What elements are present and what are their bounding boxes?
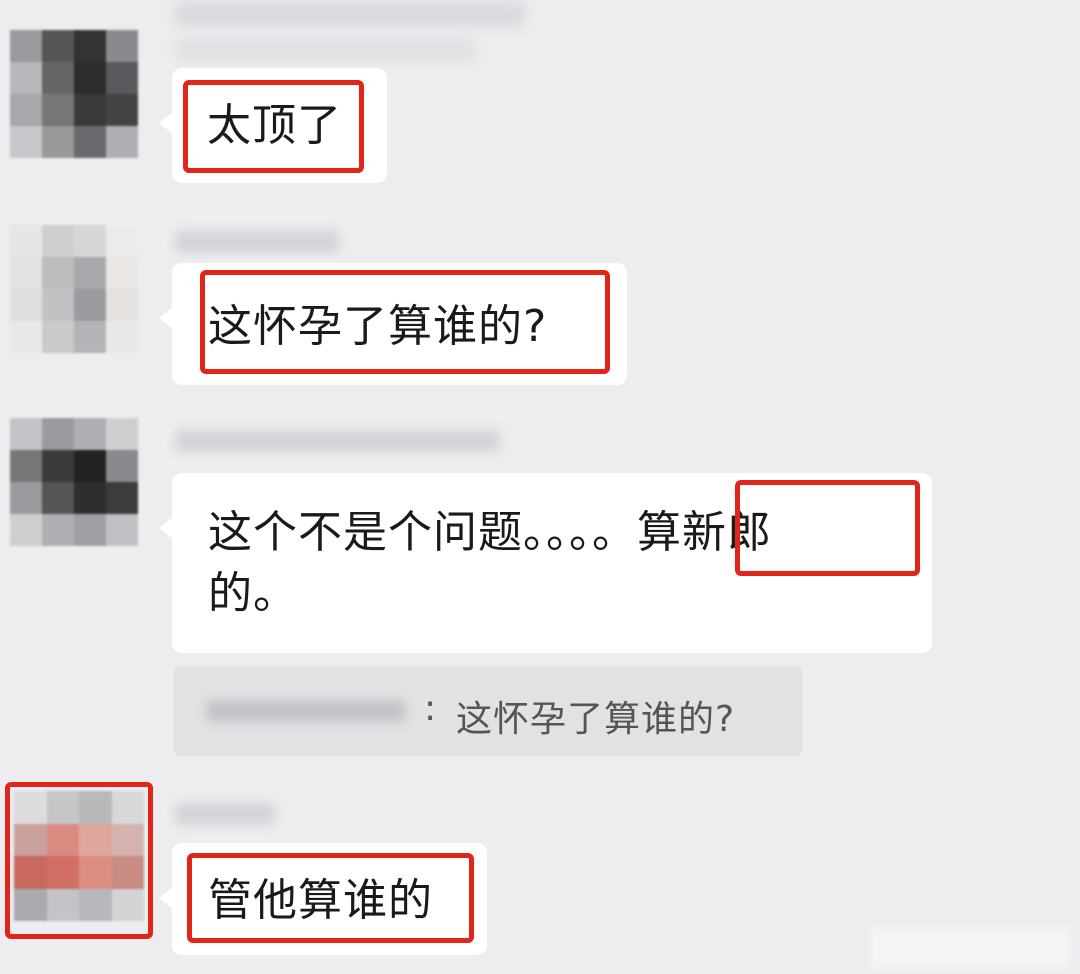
avatar-highlight-box [5, 782, 153, 939]
blurred-nickname [175, 38, 475, 62]
blurred-nickname [175, 231, 340, 253]
blurred-nickname [175, 803, 275, 825]
highlight-box [187, 853, 474, 943]
highlight-box [735, 480, 920, 576]
highlight-box [183, 80, 364, 173]
blurred-nickname [175, 430, 500, 452]
avatar[interactable] [10, 30, 138, 158]
blurred-input-area [870, 928, 1070, 968]
message-text-line1: 这个不是个问题。。。。算新郎 [208, 503, 772, 563]
quoted-message[interactable]: : 这怀孕了算谁的? [174, 666, 802, 756]
message-text-line2: 的。 [208, 568, 298, 619]
message-text-part: 这个不是个问题。。。。 [208, 507, 637, 558]
quote-text: 这怀孕了算谁的? [456, 699, 736, 740]
blurred-quote-author [206, 700, 406, 722]
avatar[interactable] [10, 225, 138, 353]
quote-separator: : [424, 688, 438, 729]
highlight-box [200, 270, 610, 374]
avatar[interactable] [10, 418, 138, 546]
blurred-previous-content [175, 2, 525, 26]
